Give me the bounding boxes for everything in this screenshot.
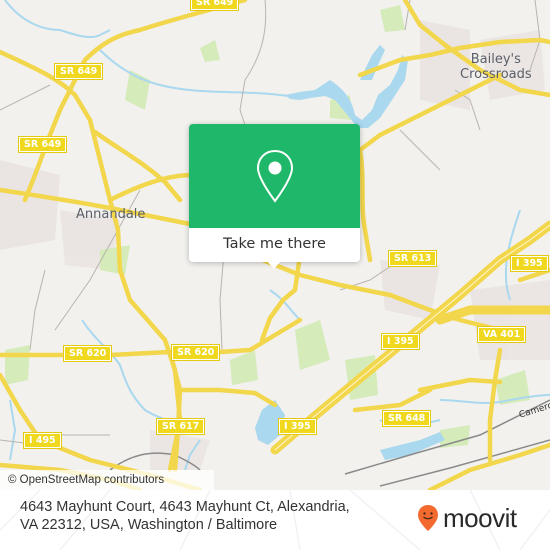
route-shield-i395: I 395 xyxy=(381,333,420,350)
place-label-line-1: Bailey's xyxy=(470,52,521,67)
place-label-annandale: Annandale xyxy=(76,207,146,222)
address-line-2: VA 22312, USA, Washington / Baltimore xyxy=(20,517,278,533)
address-text: 4643 Mayhunt Court, 4643 Mayhunt Ct, Ale… xyxy=(20,498,440,534)
route-shield-sr613: SR 613 xyxy=(387,250,438,267)
route-shield-i395: I 395 xyxy=(510,255,549,272)
route-shield-sr620: SR 620 xyxy=(62,345,113,362)
popup-pointer xyxy=(267,261,281,269)
route-shield-i395: I 395 xyxy=(278,418,317,435)
place-label-line-2: Crossroads xyxy=(460,67,532,82)
route-shield-sr649: SR 649 xyxy=(53,63,104,80)
address-line-1: 4643 Mayhunt Court, 4643 Mayhunt Ct, Ale… xyxy=(20,499,350,515)
map-pin-icon xyxy=(256,149,293,203)
popup-header xyxy=(189,124,360,228)
route-shield-sr620: SR 620 xyxy=(170,344,221,361)
route-shield-sr648: SR 648 xyxy=(381,410,432,427)
moovit-pin-icon xyxy=(418,505,438,531)
take-me-there-button[interactable]: Take me there xyxy=(189,228,360,262)
route-shield-i495: I 495 xyxy=(23,432,62,449)
route-shield-va401: VA 401 xyxy=(476,326,527,343)
footer: 4643 Mayhunt Court, 4643 Mayhunt Ct, Ale… xyxy=(0,490,550,550)
moovit-wordmark: moovit xyxy=(443,503,517,533)
location-popup: Take me there xyxy=(189,124,360,269)
moovit-logo[interactable]: moovit xyxy=(417,503,517,533)
place-label-baileys-crossroads: Bailey's Crossroads xyxy=(460,52,532,82)
map-view[interactable]: Annandale Bailey's Crossroads SR 649 SR … xyxy=(0,0,550,490)
route-shield-sr649: SR 649 xyxy=(189,0,240,11)
route-shield-sr617: SR 617 xyxy=(155,418,206,435)
route-shield-sr649: SR 649 xyxy=(17,136,68,153)
map-attribution[interactable]: © OpenStreetMap contributors xyxy=(0,470,214,490)
